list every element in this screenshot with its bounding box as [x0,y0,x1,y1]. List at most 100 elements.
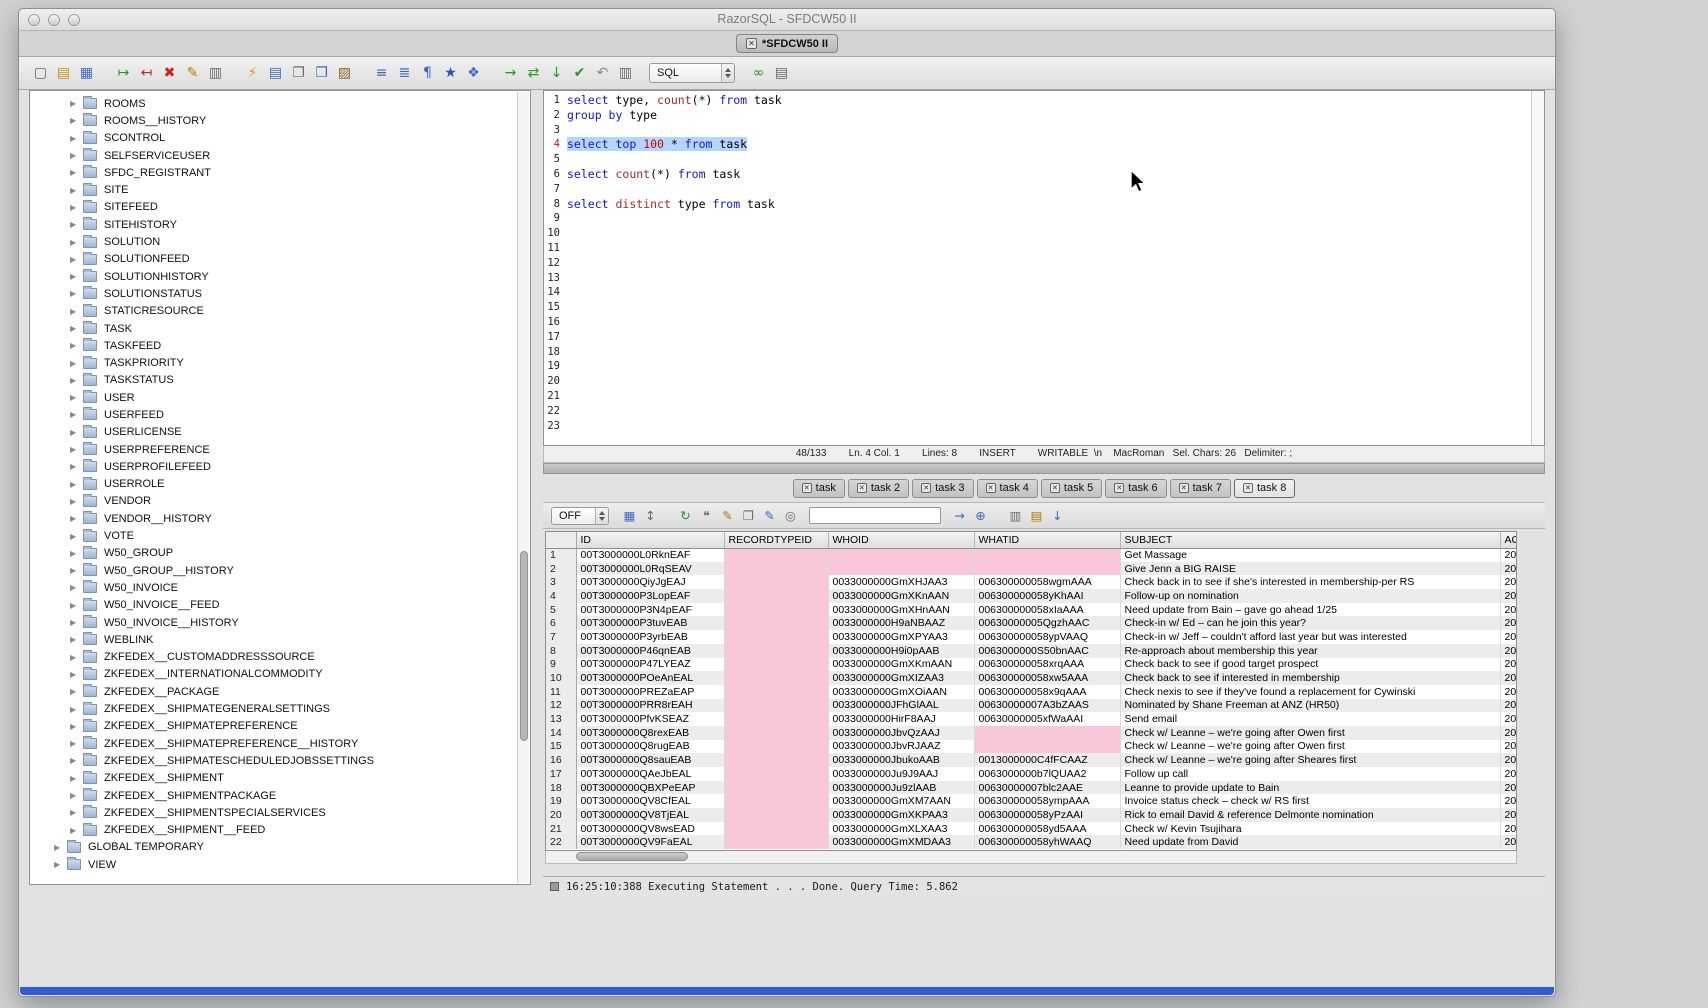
cell[interactable]: 200 [1500,781,1517,795]
export-icon[interactable]: ↤ [136,63,157,84]
tree-item-userlicense[interactable]: ▶USERLICENSE [30,424,530,441]
tree-item-user[interactable]: ▶USER [30,389,530,406]
tab-close-icon[interactable]: ✕ [1114,483,1124,493]
copy-icon[interactable]: ❐ [311,63,332,84]
cell[interactable]: Rick to email David & reference Delmonte… [1120,808,1500,822]
new-file-icon[interactable]: ▢ [30,63,51,84]
tree-item-sfdc-registrant[interactable]: ▶SFDC_REGISTRANT [30,164,530,181]
disclosure-triangle-icon[interactable]: ▶ [70,791,83,800]
cell[interactable]: 200 [1500,548,1517,562]
execute-all-icon[interactable]: ⇄ [523,63,544,84]
tab-close-icon[interactable]: ✕ [802,483,812,493]
cell[interactable]: 200 [1500,699,1517,713]
comment-icon[interactable]: ¶ [417,63,438,84]
cell[interactable]: 006300000058yPzAAI [974,808,1120,822]
cell[interactable]: 200 [1500,740,1517,754]
cell[interactable]: 00T3000000P46qnEAB [576,644,724,658]
tree-item-w50-group[interactable]: ▶W50_GROUP [30,545,530,562]
cell[interactable]: 006300000058xw5AAA [974,671,1120,685]
format-sql-icon[interactable]: ≡ [371,63,392,84]
cell[interactable] [724,575,828,589]
cell[interactable]: 200 [1500,712,1517,726]
cell[interactable] [724,726,828,740]
cell[interactable]: Check-in w/ Ed – can he join this year? [1120,616,1500,630]
tree-item-vendor-history[interactable]: ▶VENDOR__HISTORY [30,510,530,527]
cell[interactable] [724,616,828,630]
tree-item-zkfedex-internationalcommodity[interactable]: ▶ZKFEDEX__INTERNATIONALCOMMODITY [30,666,530,683]
disclosure-triangle-icon[interactable]: ▶ [70,549,83,558]
cell[interactable]: 200 [1500,575,1517,589]
cell[interactable]: 0033000000GmXMDAA3 [828,835,974,849]
cell[interactable]: 0033000000Ju9J9AAJ [828,767,974,781]
cell[interactable]: 00630000005QgzhAAC [974,616,1120,630]
cell[interactable] [724,740,828,754]
disclosure-triangle-icon[interactable]: ▶ [70,238,83,247]
tree-item-scontrol[interactable]: ▶SCONTROL [30,130,530,147]
cell[interactable]: 0033000000H9i0pAAB [828,644,974,658]
result-tab-task[interactable]: ✕task [793,479,845,498]
disclosure-triangle-icon[interactable]: ▶ [70,653,83,662]
tree-item-taskfeed[interactable]: ▶TASKFEED [30,337,530,354]
disclosure-triangle-icon[interactable]: ▶ [70,532,83,541]
cell[interactable]: 200 [1500,562,1517,576]
quote-icon[interactable]: ❝ [697,506,716,525]
paste-icon[interactable]: ▨ [334,63,355,84]
cell[interactable] [724,685,828,699]
cell[interactable]: 00T3000000P3tuvEAB [576,616,724,630]
save-icon[interactable]: ▦ [76,63,97,84]
cell[interactable]: 200 [1500,589,1517,603]
tree-item-vote[interactable]: ▶VOTE [30,527,530,544]
cell[interactable]: 006300000058wgmAAA [974,575,1120,589]
disclosure-triangle-icon[interactable]: ▶ [70,410,83,419]
cell[interactable]: Check w/ Kevin Tsujihara [1120,822,1500,836]
tree-item-weblink[interactable]: ▶WEBLINK [30,631,530,648]
disclosure-triangle-icon[interactable]: ▶ [70,255,83,264]
disclosure-triangle-icon[interactable]: ▶ [70,687,83,696]
delete-icon[interactable]: ✖ [159,63,180,84]
tree-item-view[interactable]: ▶VIEW [30,856,530,873]
cell[interactable]: 200 [1500,726,1517,740]
disclosure-triangle-icon[interactable]: ▶ [70,705,83,714]
tree-item-solution[interactable]: ▶SOLUTION [30,233,530,250]
cell[interactable]: 006300000058yd5AAA [974,822,1120,836]
horizontal-splitter[interactable] [543,463,1545,474]
cell[interactable]: 006300000058ympAAA [974,794,1120,808]
cell[interactable] [724,822,828,836]
connection-tab[interactable]: ✕ *SFDCW50 II [736,34,838,53]
disclosure-triangle-icon[interactable]: ▶ [70,722,83,731]
cell[interactable]: 200 [1500,644,1517,658]
rollback-icon[interactable]: ↶ [592,63,613,84]
sql-editor[interactable]: 1234567891011121314151617181920212223 se… [543,90,1545,446]
cell[interactable]: 200 [1500,767,1517,781]
cell[interactable] [974,740,1120,754]
tab-close-icon[interactable]: ✕ [986,483,996,493]
cell[interactable]: 200 [1500,835,1517,849]
history-icon[interactable]: ▥ [615,63,636,84]
tree-item-zkfedex-shipmentpackage[interactable]: ▶ZKFEDEX__SHIPMENTPACKAGE [30,787,530,804]
disclosure-triangle-icon[interactable]: ▶ [70,307,83,316]
disclosure-triangle-icon[interactable]: ▶ [70,272,83,281]
cell[interactable]: 00T3000000P47LYEAZ [576,658,724,672]
cell[interactable]: 200 [1500,630,1517,644]
cell[interactable]: 200 [1500,822,1517,836]
cell[interactable]: 00T3000000QV8CfEAL [576,794,724,808]
cell[interactable]: 0033000000JFhGlAAL [828,699,974,713]
cell[interactable]: 0063000000S50bnAAC [974,644,1120,658]
cell[interactable]: 006300000058x9qAAA [974,685,1120,699]
cell[interactable]: Get Massage [1120,548,1500,562]
disclosure-triangle-icon[interactable]: ▶ [70,808,83,817]
refresh-results-icon[interactable]: ↻ [676,506,695,525]
edit-cell-icon[interactable]: ✎ [718,506,737,525]
disclosure-triangle-icon[interactable]: ▶ [70,393,83,402]
tree-item-userprofilefeed[interactable]: ▶USERPROFILEFEED [30,458,530,475]
cell[interactable] [724,644,828,658]
cell[interactable]: 00T3000000POeAnEAL [576,671,724,685]
tree-item-sitehistory[interactable]: ▶SITEHISTORY [30,216,530,233]
cell[interactable]: 00T3000000L0RqSEAV [576,562,724,576]
edit-icon[interactable]: ✎ [182,63,203,84]
tree-item-solutionstatus[interactable]: ▶SOLUTIONSTATUS [30,285,530,302]
cell[interactable]: Need update from Bain – gave go ahead 1/… [1120,603,1500,617]
results-hscrollbar-thumb[interactable] [576,852,688,861]
column-header-ac[interactable]: AC [1500,532,1517,548]
cell[interactable] [724,589,828,603]
